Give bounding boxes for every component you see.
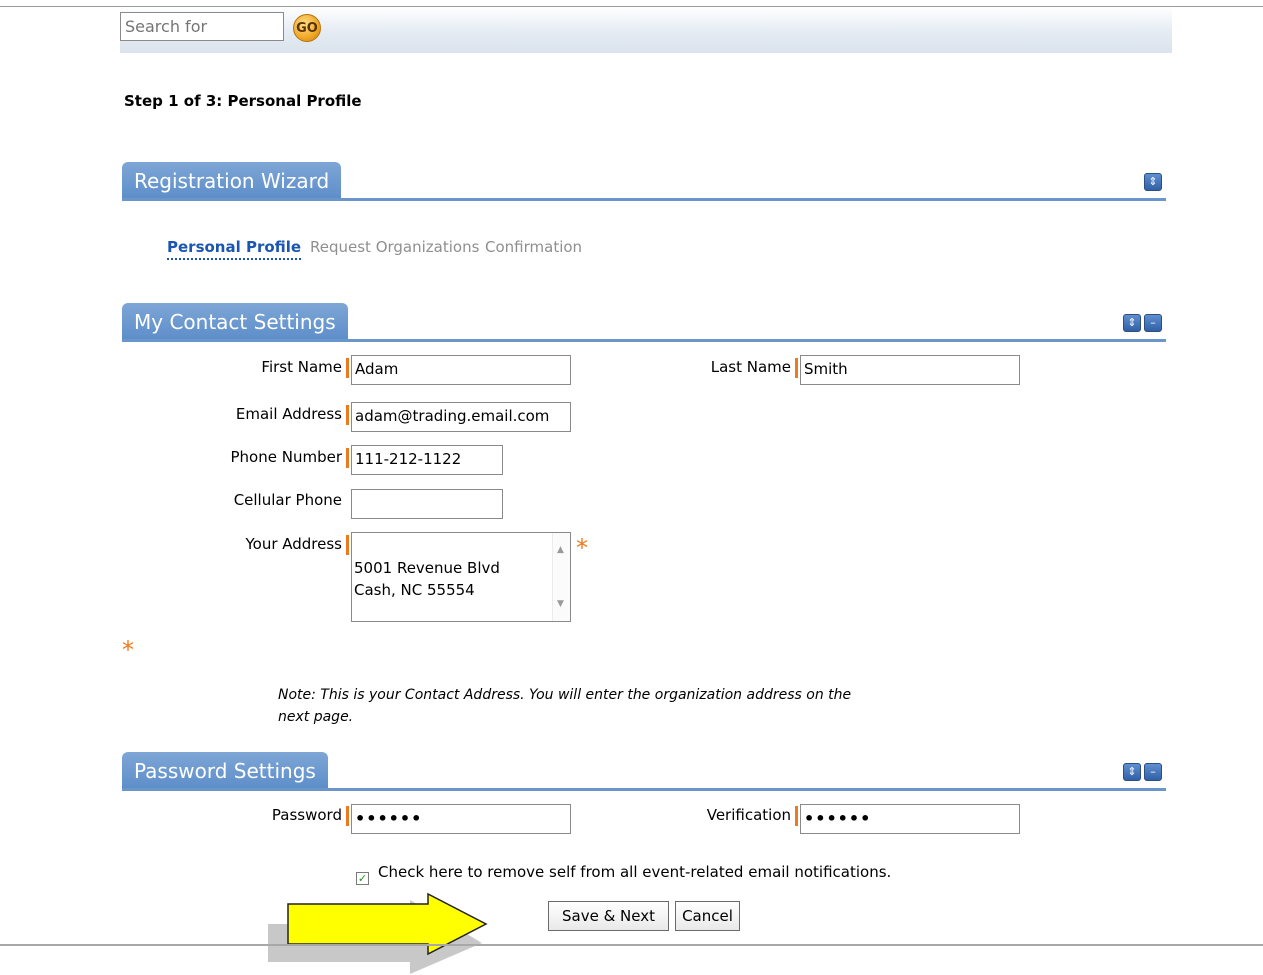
wizard-divider <box>122 198 1166 201</box>
go-button[interactable]: GO <box>293 14 321 42</box>
password-input[interactable]: •••••• <box>351 804 571 834</box>
required-indicator <box>346 405 349 425</box>
bottom-border <box>0 944 1263 946</box>
address-text: 5001 Revenue Blvd Cash, NC 55554 <box>354 559 500 599</box>
last-name-input[interactable]: Smith <box>800 355 1020 385</box>
first-name-input[interactable]: Adam <box>351 355 571 385</box>
first-name-label: First Name <box>261 358 342 376</box>
address-textarea[interactable]: 5001 Revenue Blvd Cash, NC 55554 ▲ ▼ <box>351 532 571 622</box>
address-label: Your Address <box>245 535 342 553</box>
phone-label: Phone Number <box>230 448 343 466</box>
required-star-icon: * <box>122 636 134 664</box>
save-next-button[interactable]: Save & Next <box>548 901 669 931</box>
scroll-down-icon[interactable]: ▼ <box>557 593 564 615</box>
search-input[interactable] <box>120 12 284 41</box>
sort-icon[interactable]: ⇕ <box>1123 763 1141 781</box>
required-indicator <box>795 358 798 378</box>
address-scrollbar[interactable]: ▲ ▼ <box>552 533 570 621</box>
required-star-icon: * <box>576 534 588 562</box>
required-indicator <box>346 448 349 468</box>
required-indicator <box>346 806 349 826</box>
password-divider <box>122 788 1166 791</box>
required-indicator <box>795 806 798 826</box>
phone-input[interactable]: 111-212-1122 <box>351 445 503 475</box>
email-input[interactable]: adam@trading.email.com <box>351 402 571 432</box>
verification-label: Verification <box>706 806 791 824</box>
required-indicator <box>346 358 349 378</box>
email-opt-out-checkbox[interactable]: ✓ <box>356 872 369 885</box>
arrow-annotation-icon <box>268 892 488 974</box>
password-settings-header: Password Settings <box>122 752 328 790</box>
email-opt-out-label: Check here to remove self from all event… <box>378 863 892 881</box>
email-label: Email Address <box>235 405 342 423</box>
step-title: Step 1 of 3: Personal Profile <box>124 92 362 110</box>
wizard-step-confirmation[interactable]: Confirmation <box>485 238 582 256</box>
cancel-button[interactable]: Cancel <box>675 901 740 931</box>
contact-divider <box>122 339 1166 342</box>
scroll-up-icon[interactable]: ▲ <box>557 539 564 561</box>
collapse-icon[interactable]: – <box>1144 314 1162 332</box>
required-indicator <box>346 535 349 555</box>
cell-phone-label: Cellular Phone <box>233 491 342 509</box>
collapse-icon[interactable]: – <box>1144 763 1162 781</box>
registration-wizard-header: Registration Wizard <box>122 162 342 200</box>
sort-icon[interactable]: ⇕ <box>1123 314 1141 332</box>
wizard-step-personal-profile[interactable]: Personal Profile <box>167 238 302 260</box>
verification-input[interactable]: •••••• <box>800 804 1020 834</box>
sort-icon[interactable]: ⇕ <box>1144 173 1162 191</box>
contact-note: Note: This is your Contact Address. You … <box>278 687 852 725</box>
cell-phone-input[interactable] <box>351 489 503 519</box>
contact-settings-header: My Contact Settings <box>122 303 348 341</box>
password-label: Password <box>271 806 342 824</box>
last-name-label: Last Name <box>710 358 791 376</box>
wizard-step-request-organizations[interactable]: Request Organizations <box>310 238 479 256</box>
